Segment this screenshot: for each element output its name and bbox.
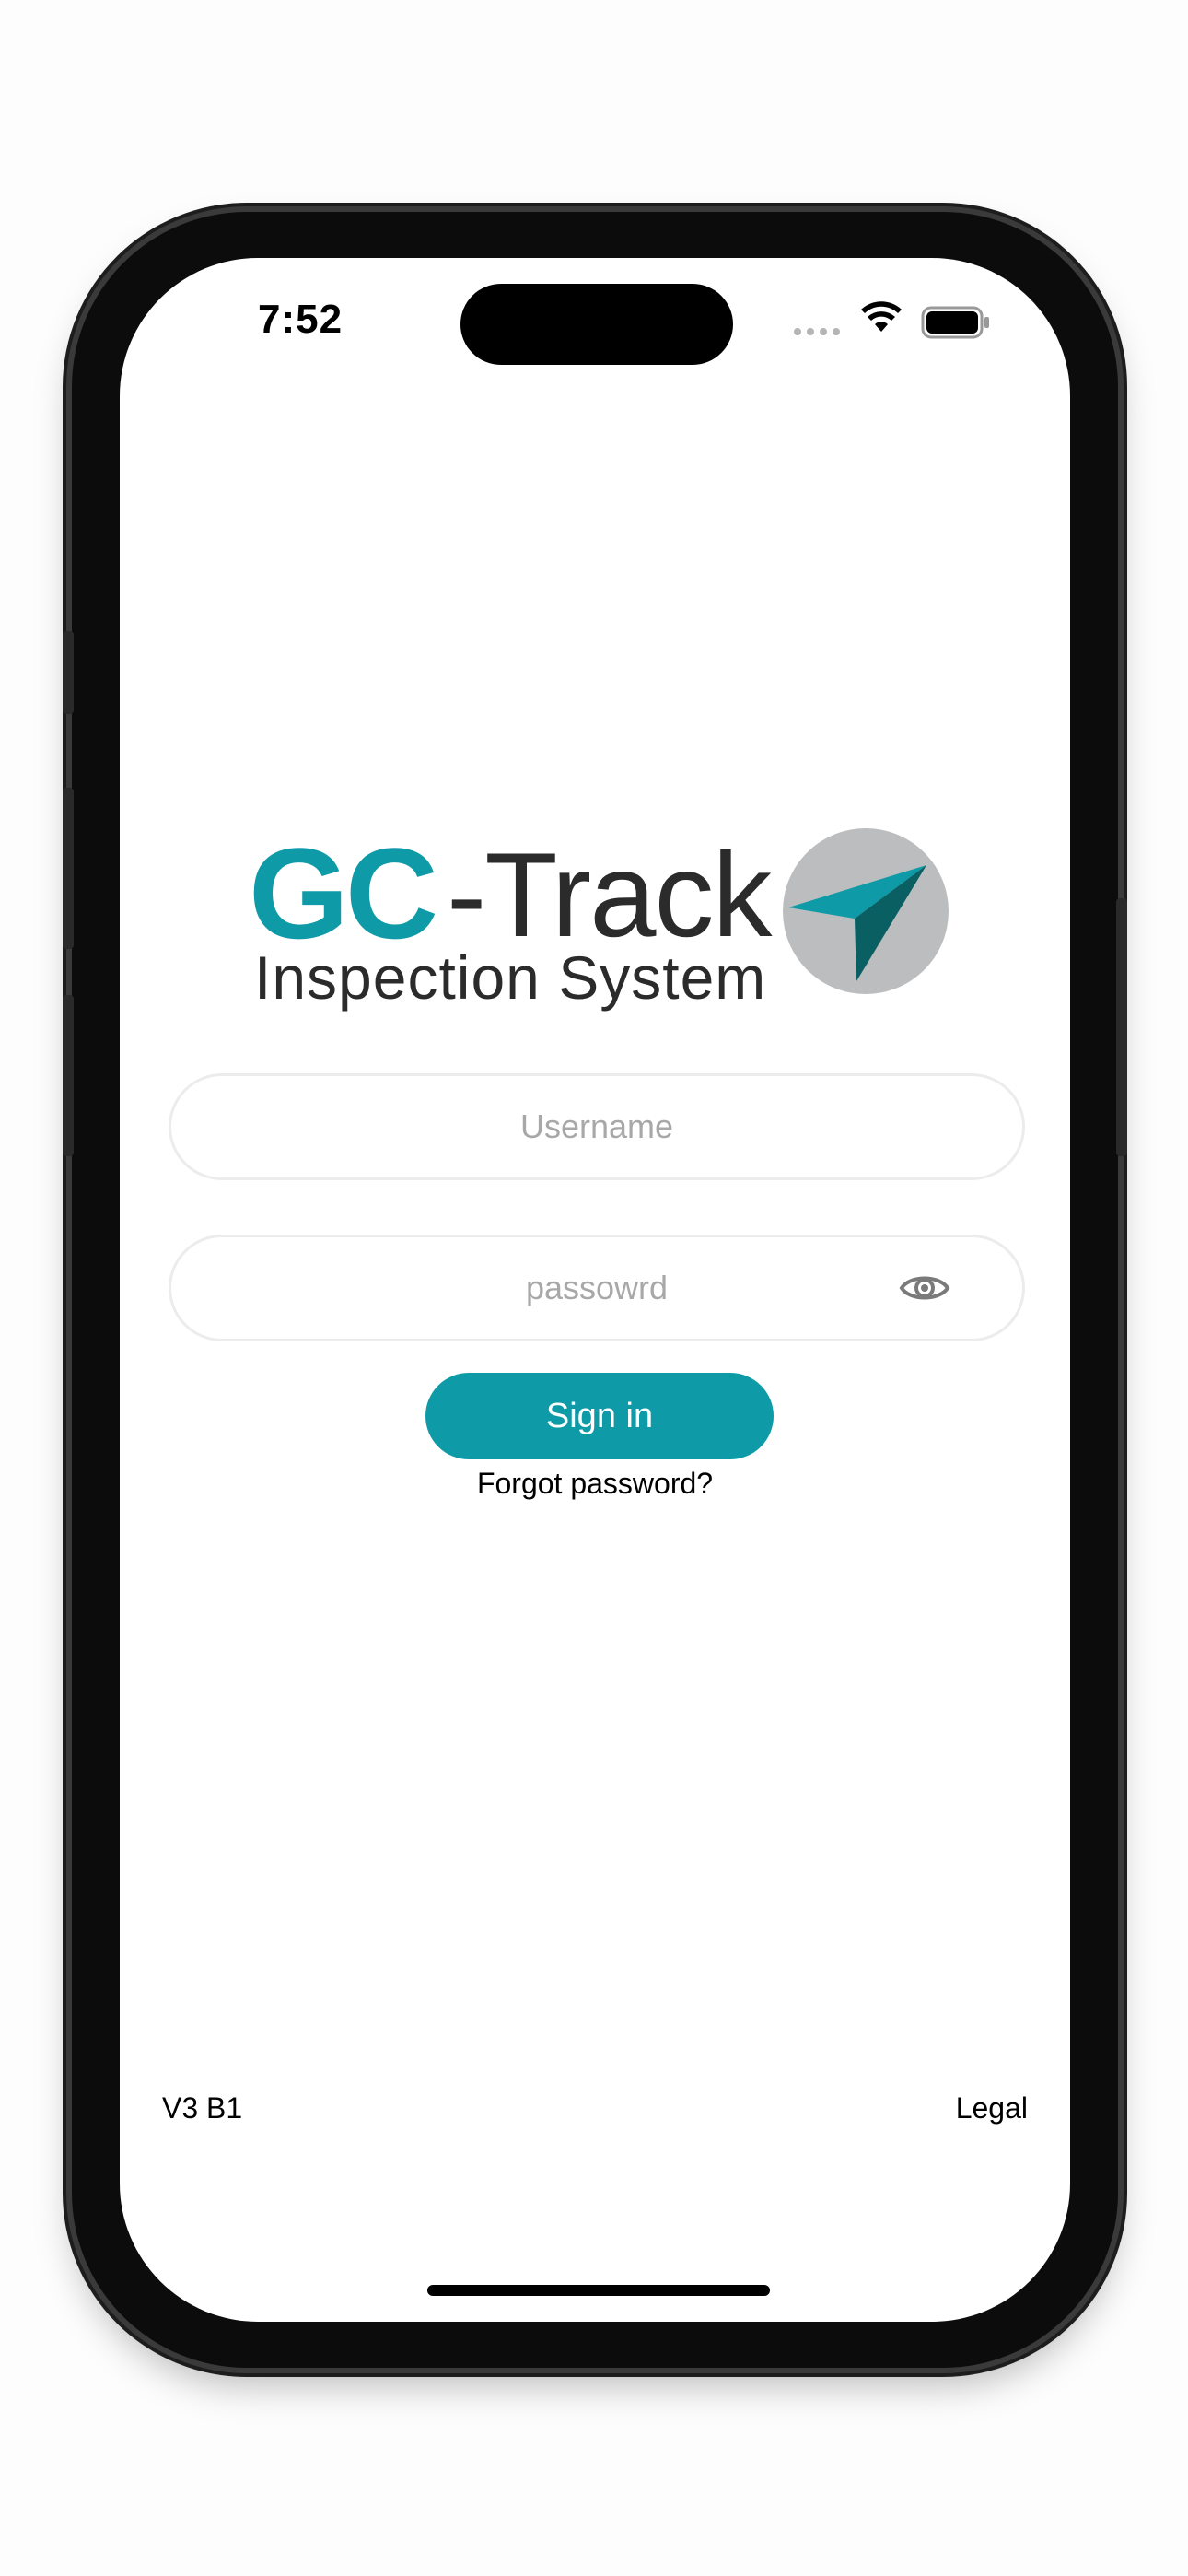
username-input[interactable]: [320, 1107, 873, 1146]
logo-brand-suffix: -Track: [447, 827, 772, 962]
volume-up-button: [63, 788, 74, 949]
gc-track-logo: GC -Track Inspection System: [249, 825, 949, 1012]
dynamic-island: [460, 284, 733, 365]
signal-dots-icon: [794, 328, 840, 335]
volume-down-button: [63, 995, 74, 1156]
status-time: 7:52: [258, 297, 344, 342]
wifi-icon: [861, 301, 902, 332]
forgot-password-link[interactable]: Forgot password?: [120, 1467, 1070, 1501]
username-field[interactable]: [169, 1073, 1025, 1180]
password-input[interactable]: [320, 1269, 873, 1307]
logo-tagline: Inspection System: [254, 943, 767, 1012]
navigation-arrow-icon: [783, 828, 949, 994]
password-field[interactable]: [169, 1235, 1025, 1341]
sign-in-button[interactable]: Sign in: [425, 1373, 774, 1459]
action-button: [63, 631, 74, 714]
battery-icon: [921, 306, 989, 339]
version-label: V3 B1: [162, 2091, 243, 2125]
home-indicator[interactable]: [427, 2285, 770, 2296]
eye-icon[interactable]: [899, 1270, 950, 1306]
power-button: [1116, 898, 1127, 1156]
app-screen: 7:52 GC -Track Inspection System Sign i: [120, 258, 1070, 2322]
legal-link[interactable]: Legal: [956, 2091, 1028, 2125]
